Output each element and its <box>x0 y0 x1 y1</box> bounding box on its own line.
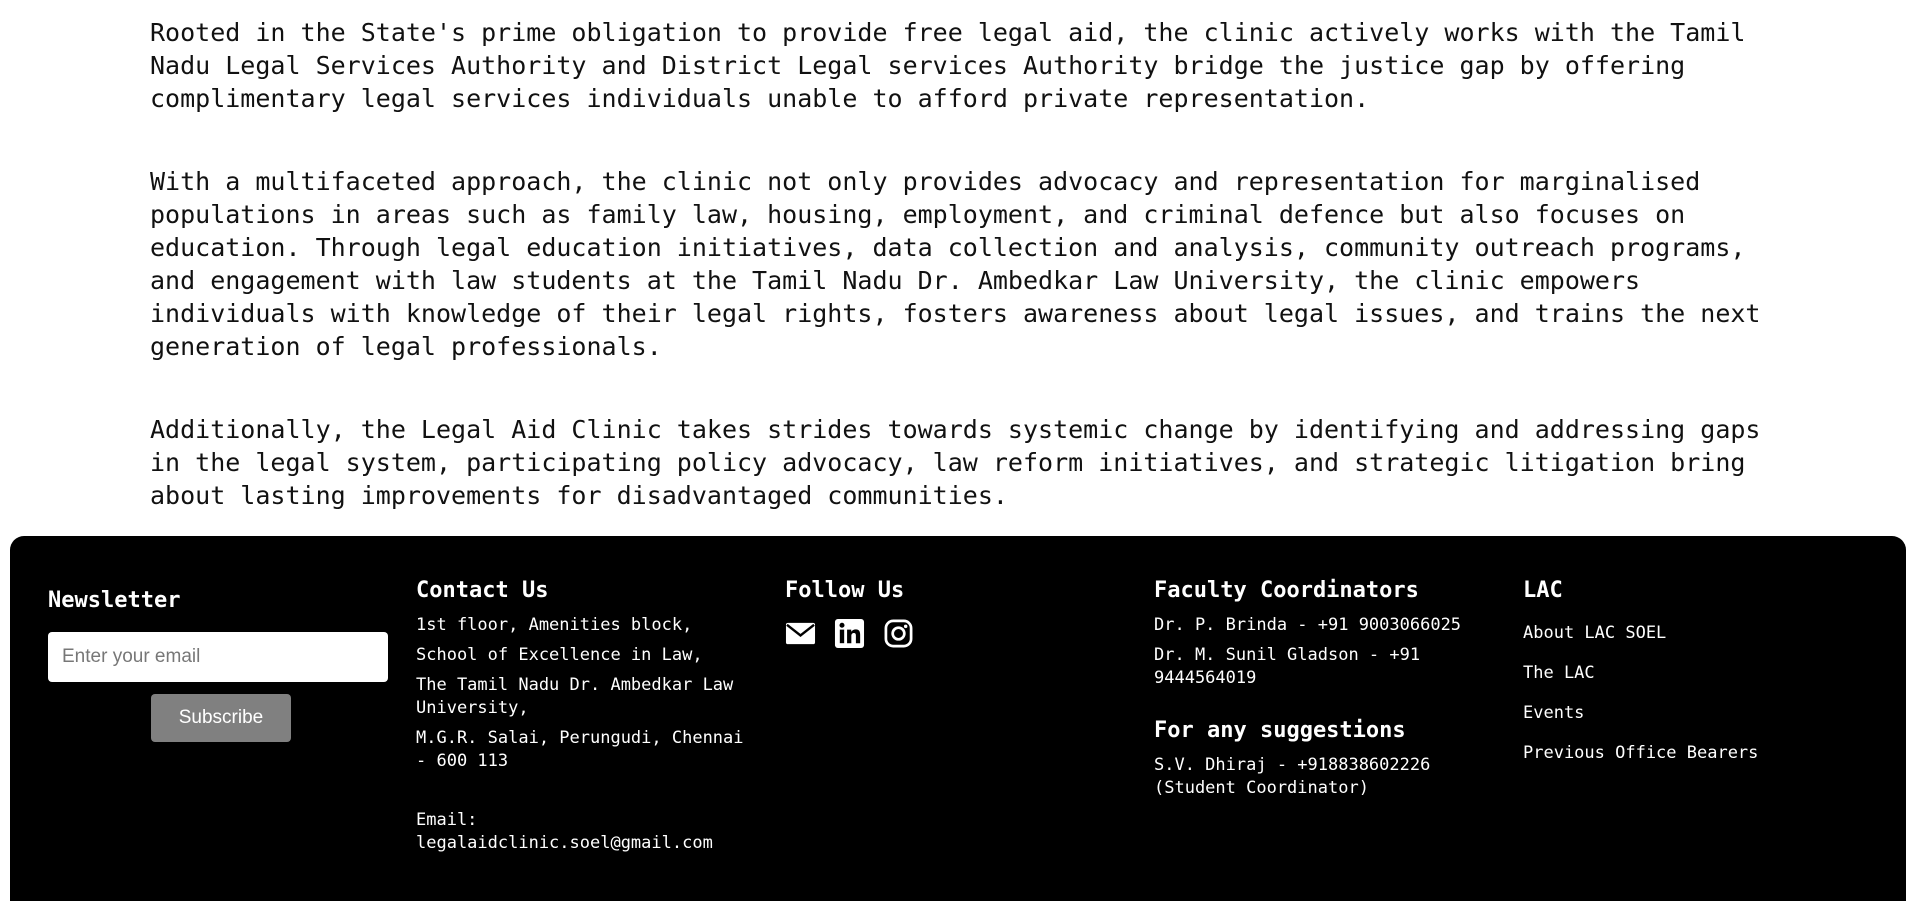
link-about-lac-soel[interactable]: About LAC SOEL <box>1523 622 1883 645</box>
faculty-list: Dr. P. Brinda - +91 9003066025 Dr. M. Su… <box>1154 614 1494 690</box>
social-icons <box>785 618 1125 649</box>
follow-section: Follow Us <box>785 576 1125 649</box>
contact-title: Contact Us <box>416 578 549 603</box>
instagram-icon[interactable] <box>883 618 914 649</box>
link-events[interactable]: Events <box>1523 702 1883 725</box>
mail-icon[interactable] <box>785 618 816 649</box>
newsletter-email-input[interactable] <box>48 632 388 682</box>
site-footer: Newsletter Subscribe Contact Us 1st floo… <box>10 536 1906 901</box>
lac-title: LAC <box>1523 578 1563 603</box>
address-line: 1st floor, Amenities block, <box>416 615 693 635</box>
email-label: Email: <box>416 810 478 830</box>
address-line: School of Excellence in Law, <box>416 645 703 665</box>
link-the-lac[interactable]: The LAC <box>1523 662 1883 685</box>
newsletter-title: Newsletter <box>48 588 181 613</box>
suggestions-title: For any suggestions <box>1154 718 1406 743</box>
systemic-change-paragraph: Additionally, the Legal Aid Clinic takes… <box>150 415 1761 510</box>
faculty-coordinator: Dr. M. Sunil Gladson - +91 9444564019 <box>1154 645 1421 688</box>
contact-email: legalaidclinic.soel@gmail.com <box>416 833 713 853</box>
contact-address: 1st floor, Amenities block, School of Ex… <box>416 614 756 773</box>
student-coordinator: S.V. Dhiraj - +918838602226 (Student Coo… <box>1154 755 1431 798</box>
contact-section: Contact Us 1st floor, Amenities block, S… <box>416 576 756 855</box>
lac-section: LAC About LAC SOEL The LAC Events Previo… <box>1523 576 1883 782</box>
faculty-section: Faculty Coordinators Dr. P. Brinda - +91… <box>1154 576 1494 807</box>
subscribe-button[interactable]: Subscribe <box>151 694 291 742</box>
lac-links: About LAC SOEL The LAC Events Previous O… <box>1523 622 1883 765</box>
intro-paragraph: Rooted in the State's prime obligation t… <box>150 18 1746 113</box>
newsletter-section: Newsletter Subscribe <box>48 586 393 742</box>
address-line: The Tamil Nadu Dr. Ambedkar Law Universi… <box>416 675 734 718</box>
faculty-title: Faculty Coordinators <box>1154 578 1419 603</box>
suggestions-list: S.V. Dhiraj - +918838602226 (Student Coo… <box>1154 754 1494 800</box>
linkedin-icon[interactable] <box>834 618 865 649</box>
link-previous-office-bearers[interactable]: Previous Office Bearers <box>1523 742 1883 765</box>
main-content: Rooted in the State's prime obligation t… <box>150 16 1770 562</box>
address-line: M.G.R. Salai, Perungudi, Chennai - 600 1… <box>416 728 744 771</box>
faculty-coordinator: Dr. P. Brinda - +91 9003066025 <box>1154 615 1462 635</box>
follow-title: Follow Us <box>785 578 905 603</box>
approach-paragraph: With a multifaceted approach, the clinic… <box>150 167 1761 361</box>
